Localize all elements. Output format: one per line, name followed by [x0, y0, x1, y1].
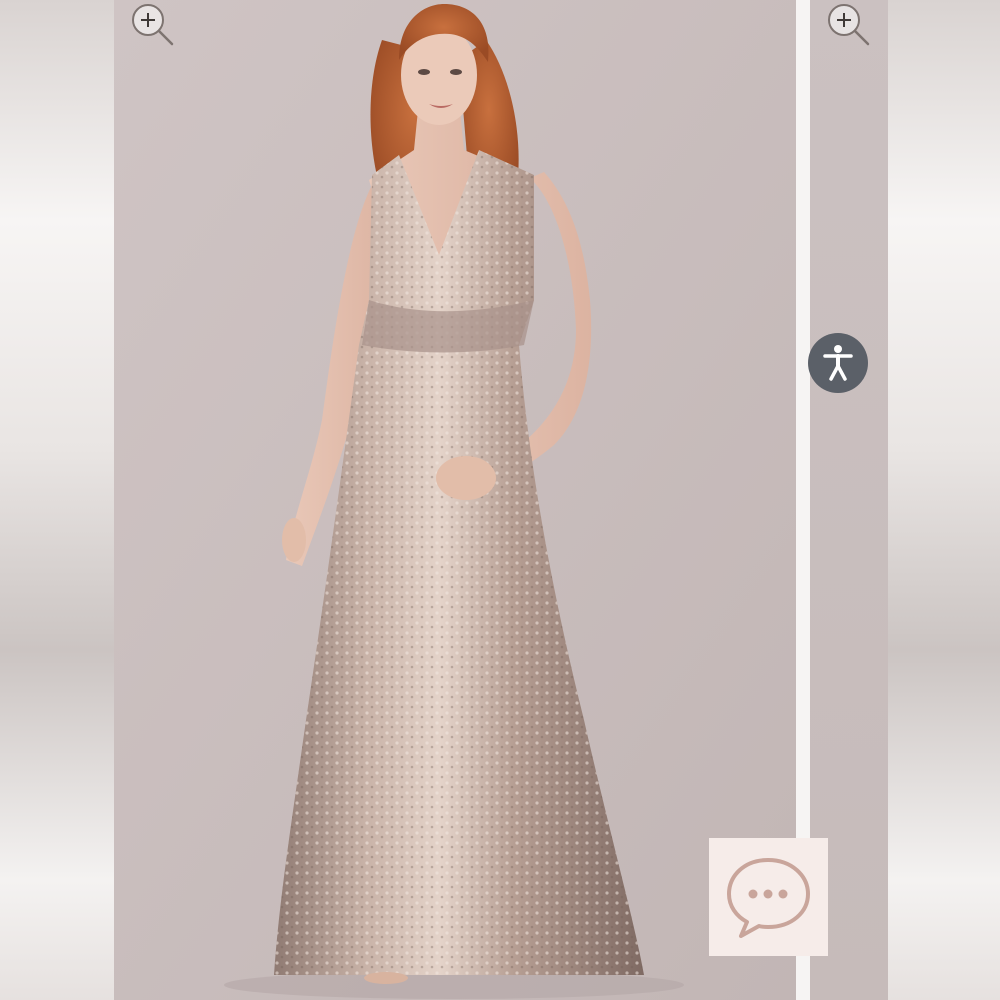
product-gallery	[0, 0, 1000, 1000]
accessibility-person-icon	[823, 345, 853, 381]
magnifier-plus-icon	[828, 4, 870, 46]
sequin-gown-model-illustration	[114, 0, 796, 1000]
chat-button[interactable]	[709, 838, 828, 956]
chat-bubble-dots-icon	[727, 858, 810, 938]
zoom-button-main[interactable]	[128, 0, 176, 48]
zoom-button-next[interactable]	[824, 0, 872, 48]
accessibility-button[interactable]	[808, 333, 868, 393]
magnifier-plus-icon	[132, 4, 174, 46]
product-image-main[interactable]	[114, 0, 796, 1000]
